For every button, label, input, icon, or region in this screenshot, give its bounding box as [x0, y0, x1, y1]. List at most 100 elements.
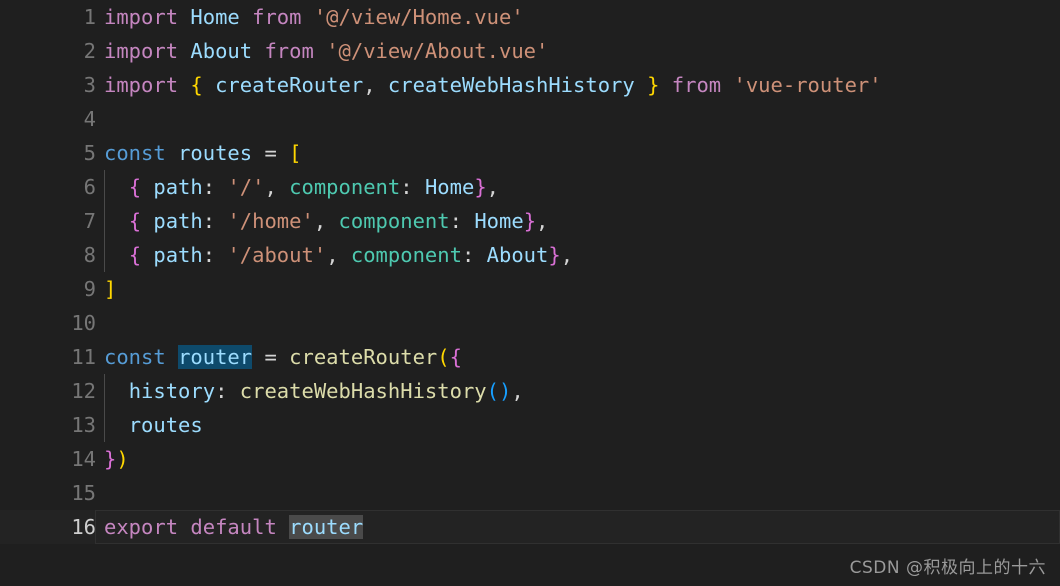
code-line[interactable]: 11 const router = createRouter({ [0, 340, 1060, 374]
code-token: createRouter [289, 345, 438, 369]
code-token: from [252, 5, 302, 29]
line-content[interactable]: }) [104, 442, 129, 476]
code-line[interactable]: 3 import { createRouter, createWebHashHis… [0, 68, 1060, 102]
code-line[interactable]: 13 routes [0, 408, 1060, 442]
code-token: : [202, 209, 216, 233]
code-token: createWebHashHistory [239, 379, 487, 403]
code-token: routes [178, 141, 253, 165]
code-token: : [449, 209, 462, 233]
line-content[interactable]: const router = createRouter({ [104, 340, 462, 374]
line-content[interactable]: const routes = [ [104, 136, 302, 170]
selected-token: router [178, 345, 253, 369]
code-token: ) [116, 447, 129, 471]
line-content[interactable]: import Home from '@/view/Home.vue' [104, 0, 524, 34]
code-line[interactable]: 9] [0, 272, 1060, 306]
line-content[interactable]: { path: '/home', component: Home}, [104, 204, 549, 238]
line-number: 1 [83, 5, 96, 29]
code-token: } [104, 447, 117, 471]
line-number: 5 [83, 141, 96, 165]
code-token: } [647, 73, 660, 97]
line-content[interactable]: { path: '/', component: Home}, [104, 170, 499, 204]
code-token: ( [486, 379, 499, 403]
code-token: : [461, 243, 475, 267]
code-token: import [104, 73, 179, 97]
code-token: } [474, 175, 487, 199]
code-token: [ [289, 141, 302, 165]
code-token: } [548, 243, 561, 267]
code-line[interactable]: 8 { path: '/about', component: About}, [0, 238, 1060, 272]
code-token: history [128, 379, 216, 403]
code-line[interactable]: 4 [0, 102, 1060, 136]
line-content[interactable]: { path: '/about', component: About}, [104, 238, 573, 272]
code-token: = [264, 345, 277, 369]
code-token: ) [498, 379, 512, 403]
line-number: 14 [71, 447, 96, 471]
code-token: : [400, 175, 413, 199]
code-token: const [104, 345, 166, 369]
code-lines-container[interactable]: 1 import Home from '@/view/Home.vue' 2 impo… [0, 0, 1060, 552]
line-content[interactable]: export default router [104, 510, 364, 544]
code-token: from [264, 39, 314, 63]
line-number: 10 [71, 311, 96, 335]
code-line[interactable]: 15 [0, 476, 1060, 510]
code-token: Home [474, 209, 524, 233]
code-token: default [190, 515, 277, 539]
code-line[interactable]: 10 [0, 306, 1060, 340]
code-editor[interactable]: 1 import Home from '@/view/Home.vue' 2 impo… [0, 0, 1060, 586]
code-line[interactable]: 2 import About from '@/view/About.vue' [0, 34, 1060, 68]
line-content[interactable]: history: createWebHashHistory(), [104, 374, 524, 408]
code-token: { [128, 243, 142, 267]
code-line[interactable]: 6 { path: '/', component: Home}, [0, 170, 1060, 204]
occurrence-token: router [289, 515, 364, 539]
code-token: , [486, 175, 499, 199]
line-number: 6 [83, 175, 96, 199]
code-token: path [153, 243, 203, 267]
code-token: export [104, 515, 179, 539]
code-token: , [560, 243, 574, 267]
code-token: = [264, 141, 277, 165]
line-number: 15 [71, 481, 96, 505]
code-token: Home [424, 175, 475, 199]
code-token: About [190, 39, 253, 63]
code-line[interactable]: 1 import Home from '@/view/Home.vue' [0, 0, 1060, 34]
line-content[interactable]: import { createRouter, createWebHashHist… [104, 68, 882, 102]
code-token: path [153, 209, 203, 233]
line-content[interactable]: routes [104, 408, 203, 442]
line-number: 7 [83, 209, 96, 233]
code-token: : [202, 243, 216, 267]
code-line[interactable]: 12 history: createWebHashHistory(), [0, 374, 1060, 408]
code-line[interactable]: 16 export default router [0, 510, 1060, 544]
code-token: component [350, 243, 462, 267]
code-token: 'vue-router' [733, 73, 882, 97]
code-line[interactable]: 7 { path: '/home', component: Home}, [0, 204, 1060, 238]
code-token: ] [104, 277, 117, 301]
code-line[interactable]: 14}) [0, 442, 1060, 476]
code-token: { [449, 345, 462, 369]
code-token: , [313, 209, 327, 233]
line-number: 13 [71, 413, 96, 437]
line-content[interactable]: import About from '@/view/About.vue' [104, 34, 548, 68]
code-token: } [523, 209, 537, 233]
code-line[interactable]: 5 const routes = [ [0, 136, 1060, 170]
line-number: 2 [83, 39, 96, 63]
code-token: { [190, 73, 203, 97]
line-content[interactable]: ] [104, 272, 116, 306]
line-number: 4 [83, 107, 96, 131]
